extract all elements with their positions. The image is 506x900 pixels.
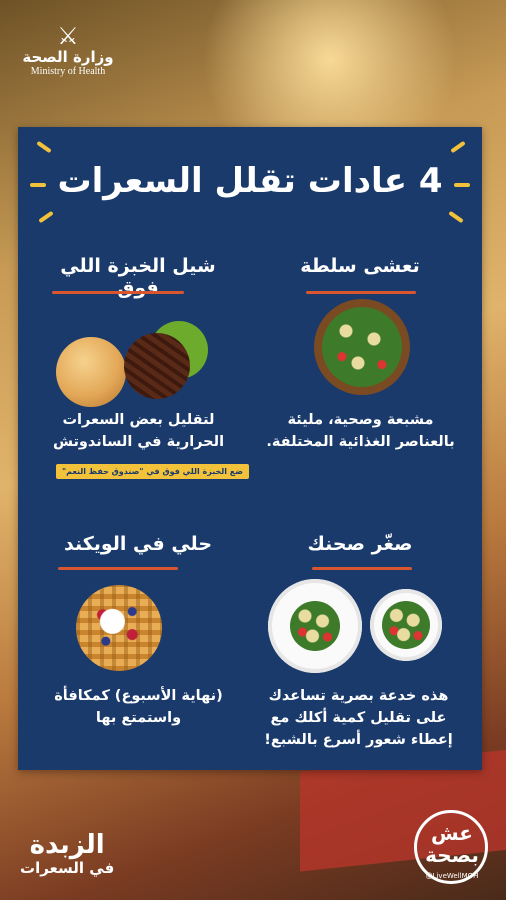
section-description-plate: هذه خدعة بصرية تساعدك على تقليل كمية أكل… (264, 688, 453, 748)
burger-bun-image (56, 337, 126, 407)
salad-greens (322, 307, 402, 387)
plate-food (382, 601, 430, 649)
logo-english: Ministry of Health (30, 66, 106, 77)
campaign-subtitle: في السعرات (20, 859, 115, 877)
burger-patty-image (124, 333, 190, 399)
heading-underline (58, 567, 178, 570)
campaign-logo-left: الزبدة في السعرات (20, 830, 114, 876)
section-heading-plate: صغّر صحنك (307, 533, 413, 555)
bread-tip-tag: ضع الخبزة اللي فوق في "صندوق حفظ النعم" (56, 464, 249, 479)
ray-decoration (36, 140, 52, 154)
ray-decoration (448, 210, 464, 224)
heading-underline (52, 291, 184, 294)
heading-underline (306, 291, 416, 294)
section-description-salad: مشبعة وصحية، مليئة بالعناصر الغذائية الم… (266, 412, 455, 450)
infographic-card: 4 عادات تقلل السعرات تعشى سلطة مشبعة وصح… (18, 127, 482, 770)
page-title: 4 عادات تقلل السعرات (57, 161, 443, 201)
section-description-bread: لتقليل بعض السعرات الحرارية في الساندوتش (52, 412, 225, 450)
ministry-logo: ⚔ وزارة الصحة Ministry of Health (18, 24, 118, 78)
swords-palm-icon: ⚔ (57, 22, 79, 50)
plate-food (290, 601, 340, 651)
section-heading-salad: تعشى سلطة (300, 255, 420, 277)
campaign-title: الزبدة (29, 830, 105, 860)
berry-topping (86, 595, 152, 661)
heading-underline (312, 567, 412, 570)
live-well-logo: عش بصحة @LiveWellMOH (412, 810, 492, 884)
live-well-name: عش بصحة (425, 821, 479, 867)
live-well-handle: @LiveWellMOH (425, 872, 479, 880)
section-description-dessert: (نهاية الأسبوع) كمكافأة واستمتع بها (54, 688, 223, 726)
logo-arabic: وزارة الصحة (22, 48, 114, 66)
ray-decoration (38, 210, 54, 224)
section-heading-dessert: حلي في الويكند (63, 533, 213, 555)
ray-decoration (450, 140, 466, 154)
